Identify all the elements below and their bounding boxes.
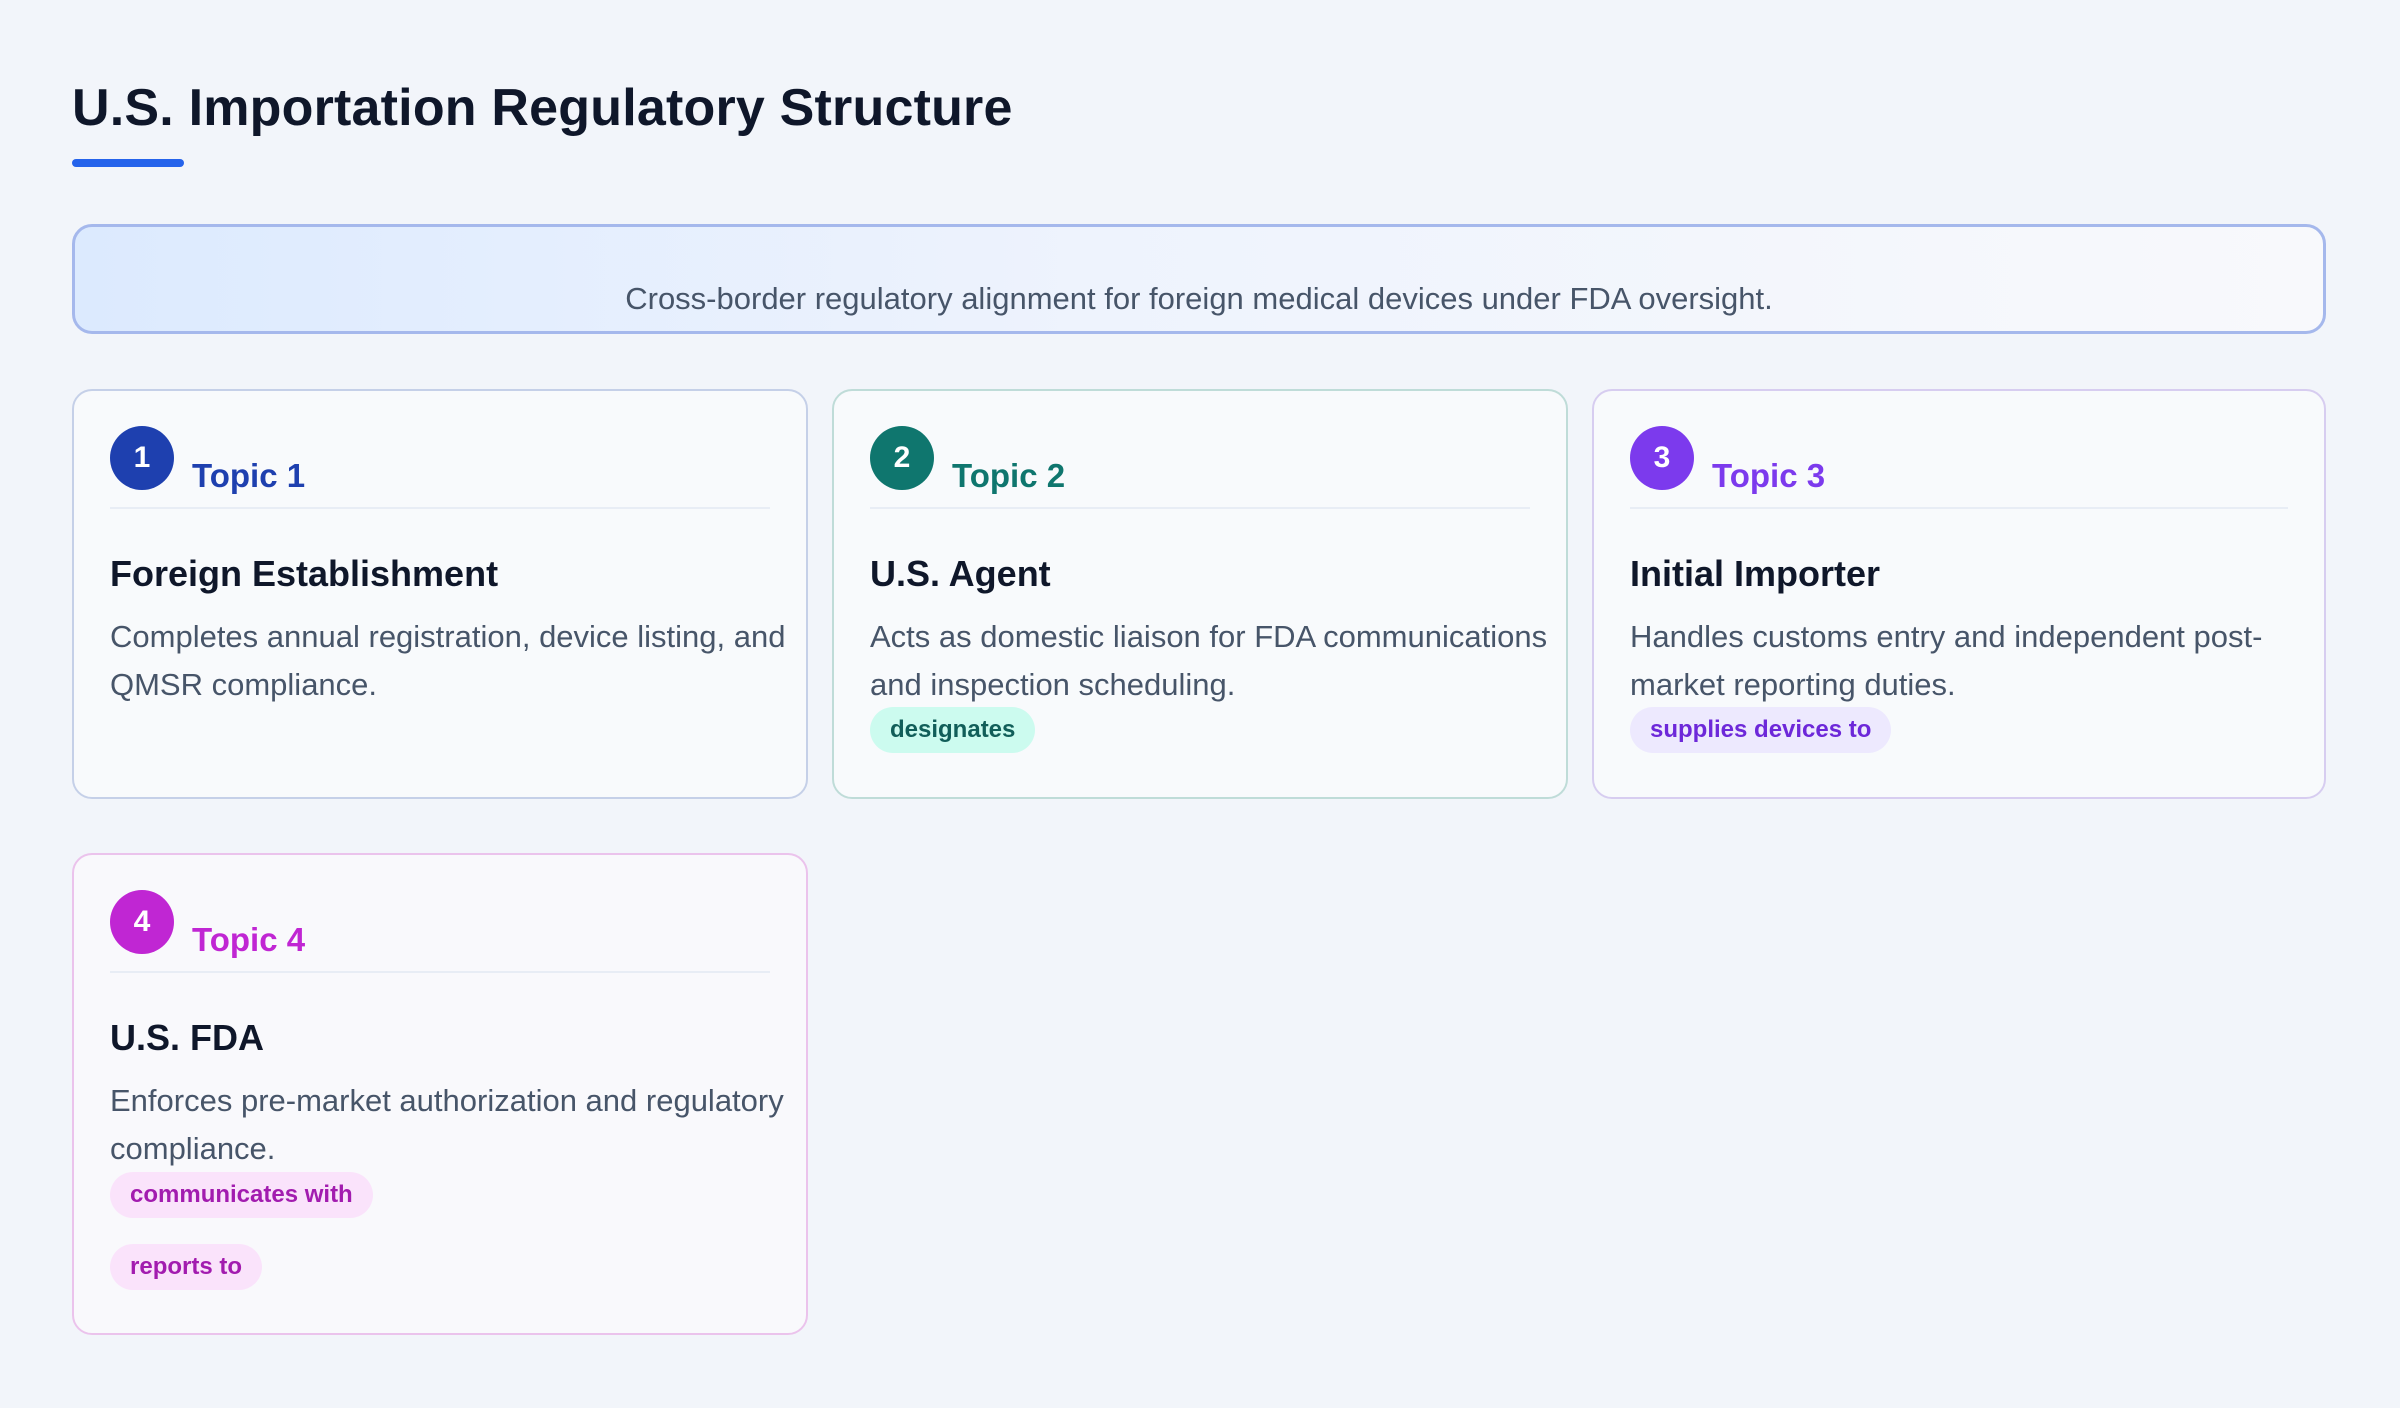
- card-title: Initial Importer: [1630, 553, 1881, 594]
- card-divider: [1630, 507, 2288, 509]
- card-title: U.S. Agent: [870, 553, 1051, 594]
- topic-number-badge: 4: [110, 890, 174, 954]
- card-description: Acts as domestic liaison for FDA communi…: [870, 619, 1548, 702]
- topic-number-badge: 3: [1630, 426, 1694, 490]
- card-description: Completes annual registration, device li…: [110, 619, 786, 702]
- relationship-tag: designates: [870, 707, 1036, 753]
- topic-label: Topic 3: [1712, 457, 1826, 494]
- page-title: U.S. Importation Regulatory Structure: [72, 79, 1013, 137]
- topic-label: Topic 2: [952, 457, 1066, 494]
- banner-text: Cross-border regulatory alignment for fo…: [625, 281, 1773, 316]
- card-description: Handles customs entry and independent po…: [1630, 619, 2263, 702]
- card-title: Foreign Establishment: [110, 553, 499, 594]
- title-underline: [72, 159, 184, 167]
- relationship-tag: reports to: [110, 1244, 263, 1290]
- topic-label: Topic 1: [192, 457, 306, 494]
- card-divider: [110, 507, 770, 509]
- card-description: Enforces pre-market authorization and re…: [110, 1083, 784, 1166]
- card-divider: [870, 507, 1530, 509]
- card-initial-importer: 3 Topic 3 Initial Importer Handles custo…: [1592, 389, 2326, 799]
- relationship-tag: communicates with: [110, 1172, 373, 1218]
- card-us-fda: 4 Topic 4 U.S. FDA Enforces pre-market a…: [72, 853, 808, 1335]
- relationship-tag: supplies devices to: [1630, 707, 1892, 753]
- card-foreign-establishment: 1 Topic 1 Foreign Establishment Complete…: [72, 389, 808, 799]
- page: U.S. Importation Regulatory Structure Cr…: [0, 0, 2400, 1408]
- topic-number-badge: 1: [110, 426, 174, 490]
- card-us-agent: 2 Topic 2 U.S. Agent Acts as domestic li…: [832, 389, 1568, 799]
- topic-label: Topic 4: [192, 921, 306, 958]
- topic-number-badge: 2: [870, 426, 934, 490]
- card-title: U.S. FDA: [110, 1017, 265, 1058]
- summary-banner: Cross-border regulatory alignment for fo…: [72, 224, 2326, 334]
- card-divider: [110, 971, 770, 973]
